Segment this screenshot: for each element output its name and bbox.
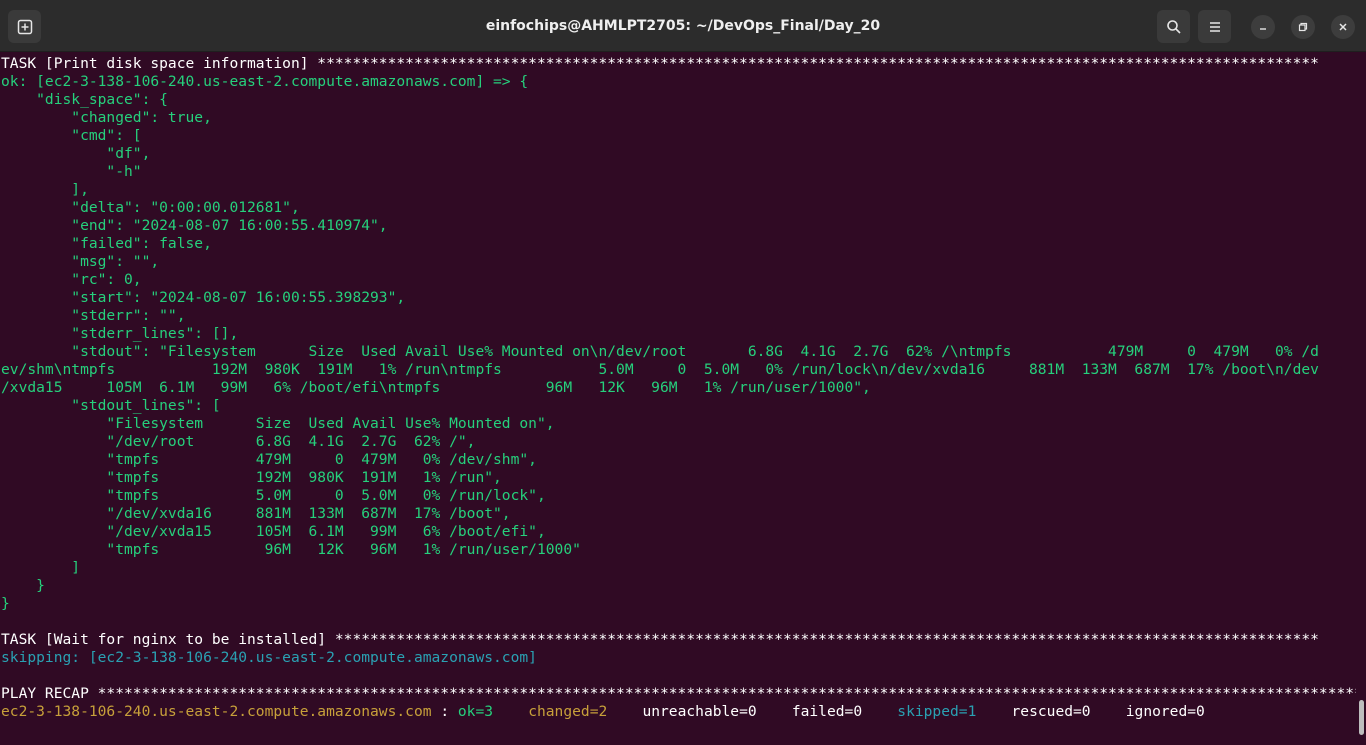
terminal-line: ev/shm\ntmpfs 192M 980K 191M 1% /run\ntm… xyxy=(1,361,1319,378)
terminal-line: "rc": 0, xyxy=(1,271,142,288)
terminal-line: } xyxy=(1,577,45,594)
terminal-line: ], xyxy=(1,181,89,198)
recap-skipped: skipped=1 xyxy=(897,703,977,720)
terminal-line: "stderr": "", xyxy=(1,307,186,324)
terminal-line: "tmpfs 5.0M 0 5.0M 0% /run/lock", xyxy=(1,487,546,504)
terminal-line: "df", xyxy=(1,145,151,162)
minimize-button[interactable] xyxy=(1251,15,1275,39)
search-icon xyxy=(1166,19,1181,34)
recap-failed: failed=0 xyxy=(791,703,863,720)
terminal-line: "cmd": [ xyxy=(1,127,142,144)
terminal-line: /xvda15 105M 6.1M 99M 6% /boot/efi\ntmpf… xyxy=(1,379,871,396)
terminal-line: "failed": false, xyxy=(1,235,212,252)
recap-ignored: ignored=0 xyxy=(1125,703,1205,720)
terminal-line: PLAY RECAP *****************************… xyxy=(1,685,1356,702)
terminal-line: ok: [ec2-3-138-106-240.us-east-2.compute… xyxy=(1,73,529,90)
recap-separator: : xyxy=(431,703,458,720)
close-icon xyxy=(1339,23,1347,31)
terminal-line: "changed": true, xyxy=(1,109,212,126)
terminal-output[interactable]: TASK [Print disk space information] ****… xyxy=(1,55,1356,745)
terminal-line: "/dev/root 6.8G 4.1G 2.7G 62% /", xyxy=(1,433,476,450)
play-recap-line: ec2-3-138-106-240.us-east-2.compute.amaz… xyxy=(1,703,1356,721)
maximize-button[interactable] xyxy=(1291,15,1315,39)
terminal-line: "-h" xyxy=(1,163,142,180)
recap-ok: ok=3 xyxy=(457,703,494,720)
terminal-line: "disk_space": { xyxy=(1,91,168,108)
close-button[interactable] xyxy=(1331,15,1355,39)
terminal-line: "tmpfs 192M 980K 191M 1% /run", xyxy=(1,469,502,486)
terminal-line: "/dev/xvda16 881M 133M 687M 17% /boot", xyxy=(1,505,511,522)
terminal-line: "msg": "", xyxy=(1,253,160,270)
terminal-line: "tmpfs 96M 12K 96M 1% /run/user/1000" xyxy=(1,541,581,558)
terminal-line: skipping: [ec2-3-138-106-240.us-east-2.c… xyxy=(1,649,537,666)
maximize-icon xyxy=(1298,22,1308,32)
terminal-line: "stderr_lines": [], xyxy=(1,325,239,342)
terminal-line: "start": "2024-08-07 16:00:55.398293", xyxy=(1,289,406,306)
terminal-line: "stdout": "Filesystem Size Used Avail Us… xyxy=(1,343,1319,360)
hamburger-menu-icon xyxy=(1209,21,1220,32)
minimize-icon xyxy=(1260,28,1266,30)
search-button[interactable] xyxy=(1157,10,1190,43)
recap-host: ec2-3-138-106-240.us-east-2.compute.amaz… xyxy=(1,703,432,720)
terminal-line: "/dev/xvda15 105M 6.1M 99M 6% /boot/efi"… xyxy=(1,523,546,540)
terminal-line: } xyxy=(1,595,10,612)
terminal-line: "Filesystem Size Used Avail Use% Mounted… xyxy=(1,415,555,432)
recap-unreachable: unreachable=0 xyxy=(642,703,757,720)
title-bar: einfochips@AHMLPT2705: ~/DevOps_Final/Da… xyxy=(0,0,1366,52)
menu-button[interactable] xyxy=(1198,10,1231,43)
terminal-line: "tmpfs 479M 0 479M 0% /dev/shm", xyxy=(1,451,537,468)
recap-changed: changed=2 xyxy=(528,703,608,720)
terminal-line: TASK [Wait for nginx to be installed] **… xyxy=(1,631,1319,648)
terminal-line: "stdout_lines": [ xyxy=(1,397,221,414)
terminal-line: "delta": "0:00:00.012681", xyxy=(1,199,300,216)
scrollbar-thumb[interactable] xyxy=(1359,700,1364,735)
recap-rescued: rescued=0 xyxy=(1011,703,1091,720)
terminal-line: ] xyxy=(1,559,81,576)
terminal-line: "end": "2024-08-07 16:00:55.410974", xyxy=(1,217,388,234)
terminal-line: TASK [Print disk space information] ****… xyxy=(1,55,1319,72)
